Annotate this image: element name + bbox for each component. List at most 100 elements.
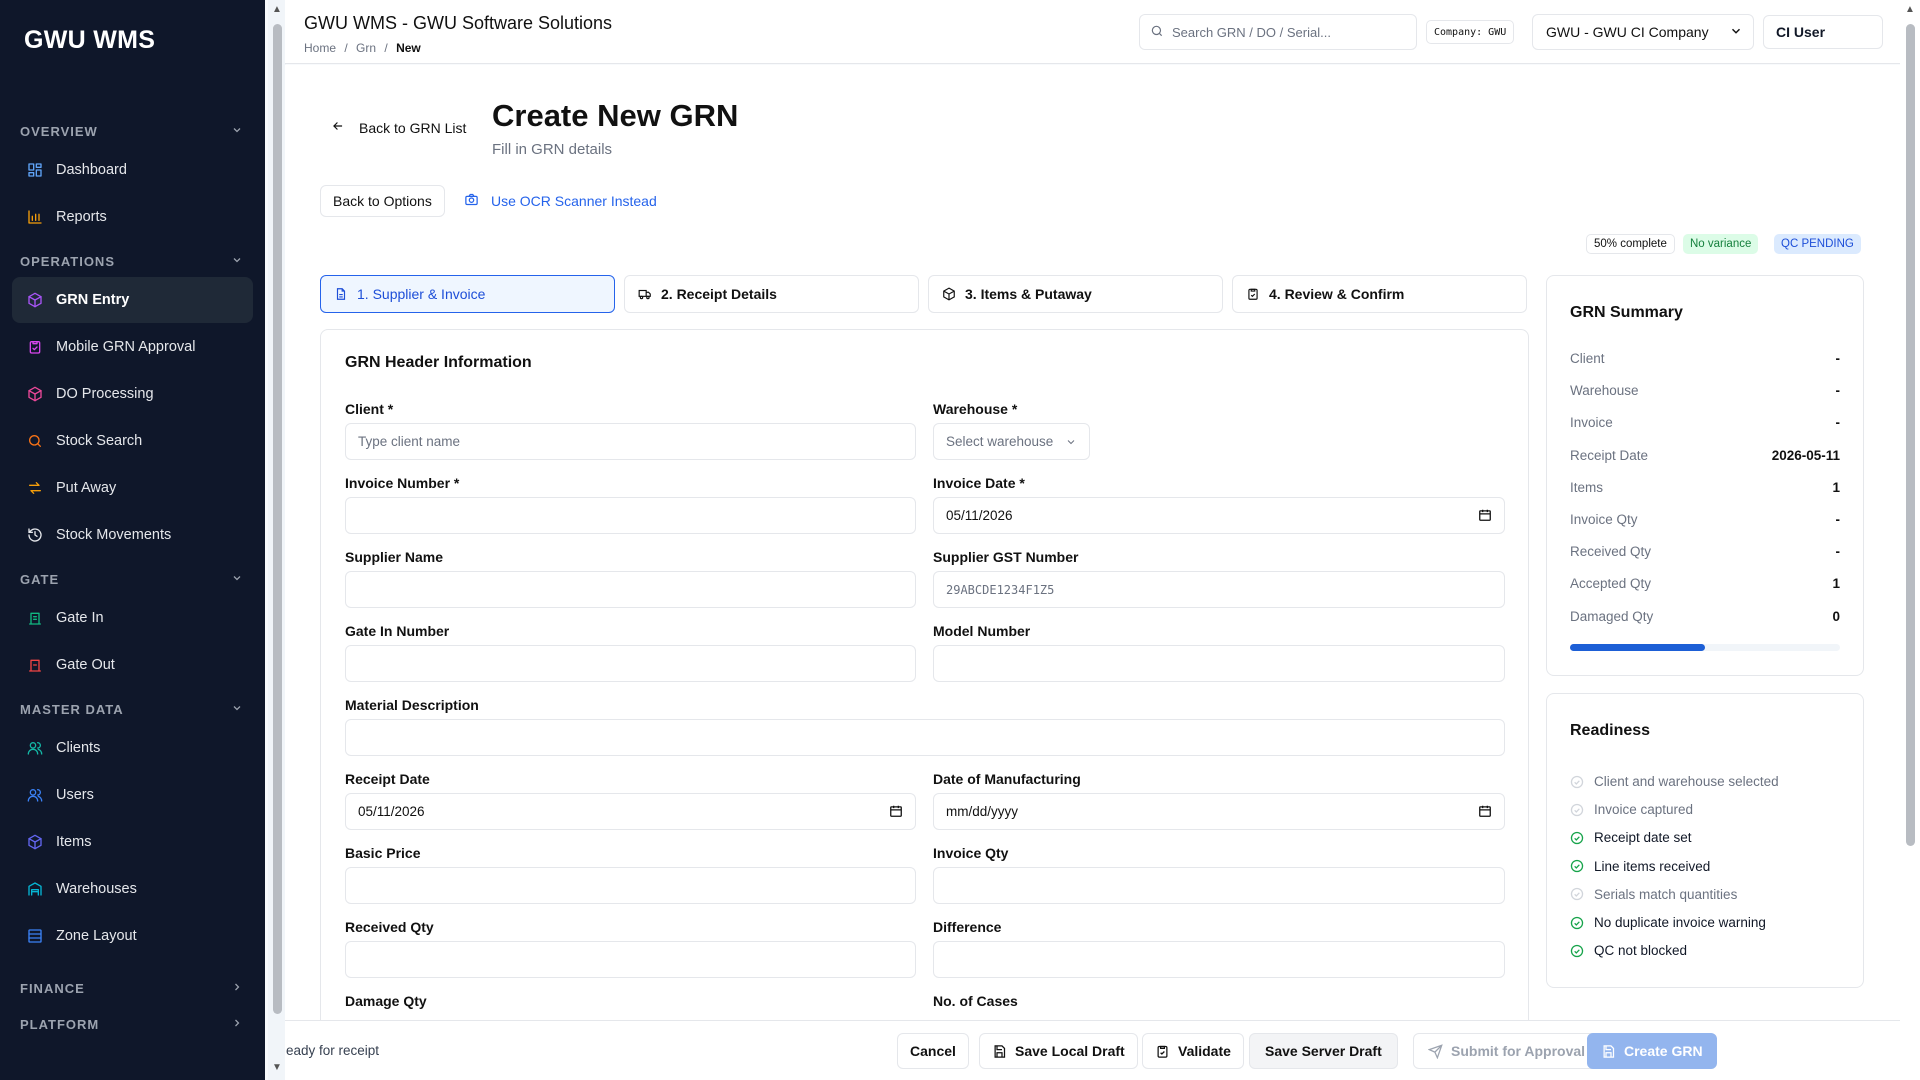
breadcrumb-home[interactable]: Home [304,41,336,55]
sidebar-item-stock-movements[interactable]: Stock Movements [12,512,253,558]
sidebar-item-label: Zone Layout [56,928,137,944]
step-label: 4. Review & Confirm [1269,286,1405,302]
page-scrollbar[interactable]: ▲ [1900,0,1920,1080]
sidebar-item-put-away[interactable]: Put Away [12,465,253,511]
breadcrumb-current: New [396,41,421,55]
step-review-confirm[interactable]: 4. Review & Confirm [1232,275,1527,313]
summary-row: Receipt Date 2026-05-11 [1570,448,1840,463]
company-select-value: GWU - GWU CI Company [1546,24,1709,40]
sidebar-section-overview[interactable]: OVERVIEW [0,116,265,146]
validate-button[interactable]: Validate [1142,1033,1244,1069]
sidebar-item-label: Mobile GRN Approval [56,339,196,355]
qc-status-badge: QC PENDING [1774,234,1861,254]
sidebar-item-gate-in[interactable]: Gate In [12,595,253,641]
search-icon [1150,24,1164,41]
sidebar-section-platform[interactable]: PLATFORM [0,1009,265,1039]
chevron-down-icon [231,254,243,269]
save-server-draft-button[interactable]: Save Server Draft [1249,1033,1398,1069]
send-icon [1428,1043,1443,1059]
global-search-input[interactable]: Search GRN / DO / Serial... [1139,14,1417,50]
content-scrollbar[interactable]: ▲ ▼ [268,0,286,1080]
summary-progress-fill [1570,644,1705,651]
sidebar-item-do-processing[interactable]: DO Processing [12,371,253,417]
sidebar-section-gate[interactable]: GATE [0,564,265,594]
sidebar-item-clients[interactable]: Clients [12,725,253,771]
readiness-label: Receipt date set [1594,830,1692,846]
invoice-qty-input[interactable] [933,867,1505,904]
create-grn-button[interactable]: Create GRN [1587,1033,1717,1069]
model-number-input[interactable] [933,645,1505,682]
cancel-button[interactable]: Cancel [897,1033,969,1069]
calendar-icon[interactable] [1478,508,1492,522]
ocr-scanner-link[interactable]: Use OCR Scanner Instead [464,192,657,210]
company-select[interactable]: GWU - GWU CI Company [1532,14,1754,50]
breadcrumb-grn[interactable]: Grn [356,41,376,55]
supplier-gst-input[interactable]: 29ABCDE1234F1Z5 [933,571,1505,608]
sidebar-item-stock-search[interactable]: Stock Search [12,418,253,464]
bar-chart-icon [26,208,44,226]
calendar-icon[interactable] [1478,804,1492,818]
sidebar-item-users[interactable]: Users [12,772,253,818]
cases-label: No. of Cases [933,993,1018,1009]
back-to-list-link[interactable]: Back to GRN List [331,119,466,136]
user-menu[interactable]: CI User [1763,15,1883,49]
basic-price-input[interactable] [345,867,916,904]
sidebar-section-operations[interactable]: OPERATIONS [0,246,265,276]
scroll-up-arrow[interactable]: ▲ [272,4,282,15]
invoice-date-input[interactable]: 05/11/2026 [933,497,1505,534]
sidebar-item-grn-entry[interactable]: GRN Entry [12,277,253,323]
difference-input[interactable] [933,941,1505,978]
dashboard-icon [26,161,44,179]
sidebar-item-gate-out[interactable]: Gate Out [12,642,253,688]
brand-logo[interactable]: GWU WMS [24,26,155,55]
summary-key: Invoice Qty [1570,512,1638,527]
sidebar-item-mobile-grn-approval[interactable]: Mobile GRN Approval [12,324,253,370]
summary-value: 1 [1832,576,1840,592]
summary-value: 1 [1832,479,1840,495]
save-local-draft-button[interactable]: Save Local Draft [979,1033,1138,1069]
sidebar: GWU WMS OVERVIEW Dashboard Reports OPERATIO… [0,0,265,1080]
calendar-icon[interactable] [889,804,903,818]
scroll-down-arrow[interactable]: ▼ [272,1062,282,1073]
sidebar-section-label: GATE [20,571,60,587]
step-receipt-details[interactable]: 2. Receipt Details [624,275,919,313]
check-circle-icon [1570,859,1584,873]
received-qty-input[interactable] [345,941,916,978]
step-supplier-invoice[interactable]: 1. Supplier & Invoice [320,275,615,313]
grn-summary-card: GRN Summary Client - Warehouse - Invoice - Rec… [1546,275,1864,676]
page-title: Create New GRN [492,98,739,133]
material-description-input[interactable] [345,719,1505,756]
dom-label: Date of Manufacturing [933,771,1081,787]
back-to-options-button[interactable]: Back to Options [320,185,445,217]
file-icon [336,288,346,300]
summary-key: Accepted Qty [1570,576,1652,592]
readiness-label: No duplicate invoice warning [1594,915,1766,930]
page-scroll-up-arrow[interactable]: ▲ [1905,4,1915,15]
variance-badge: No variance [1683,234,1759,254]
supplier-name-input[interactable] [345,571,916,608]
sidebar-section-finance[interactable]: FINANCE [0,973,265,1003]
submit-approval-button[interactable]: Submit for Approval [1413,1033,1601,1069]
sidebar-section-master-data[interactable]: MASTER DATA [0,694,265,724]
step-items-putaway[interactable]: 3. Items & Putaway [928,275,1223,313]
sidebar-item-dashboard[interactable]: Dashboard [12,147,253,193]
search-placeholder: Search GRN / DO / Serial... [1172,24,1331,40]
sidebar-item-label: Gate Out [56,657,115,673]
invoice-number-input[interactable] [345,497,916,534]
client-input[interactable]: Type client name [345,423,916,460]
page-scroll-thumb[interactable] [1906,24,1915,846]
dom-input[interactable]: mm/dd/yyyy [933,793,1505,830]
sidebar-item-zone-layout[interactable]: Zone Layout [12,913,253,959]
sidebar-item-warehouses[interactable]: Warehouses [12,866,253,912]
step-label: 1. Supplier & Invoice [357,286,486,302]
gate-in-input[interactable] [345,645,916,682]
scroll-thumb[interactable] [273,24,282,1014]
clipboard-check-icon [1248,288,1258,300]
sidebar-item-reports[interactable]: Reports [12,194,253,240]
readiness-label: Invoice captured [1594,802,1694,818]
circle-pending-icon [1570,803,1584,816]
receipt-date-input[interactable]: 05/11/2026 [345,793,916,830]
warehouse-select[interactable]: Select warehouse [933,423,1090,460]
sidebar-item-label: Dashboard [56,162,127,178]
sidebar-item-items[interactable]: Items [12,819,253,865]
